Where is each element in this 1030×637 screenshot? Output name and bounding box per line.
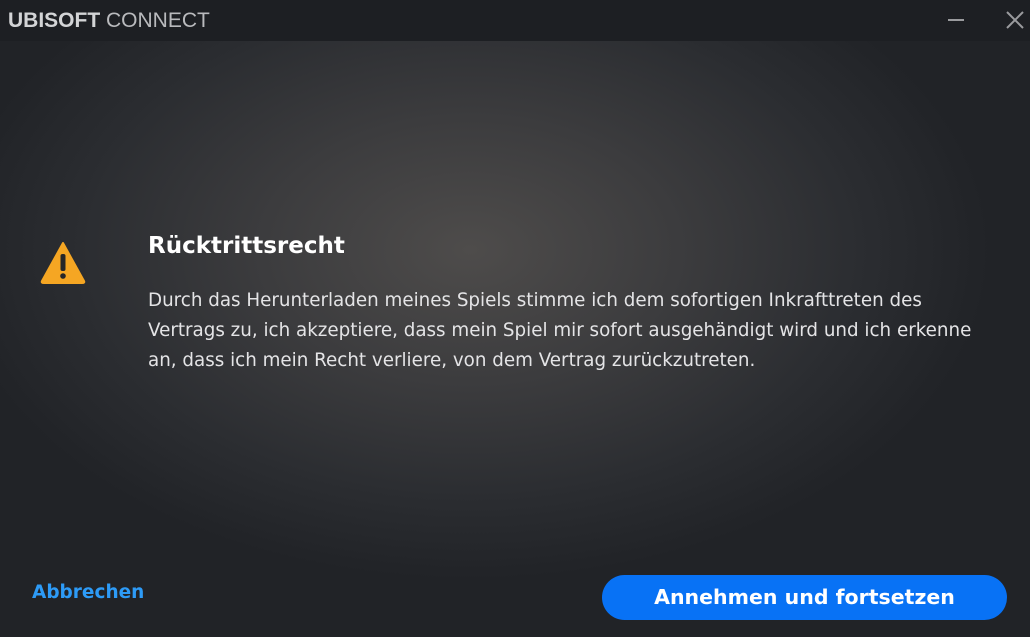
warning-icon <box>40 242 86 284</box>
brand-name: UBISOFT <box>8 9 101 32</box>
close-icon <box>1006 11 1024 29</box>
minimize-icon <box>948 19 964 21</box>
brand-product: CONNECT <box>100 9 210 32</box>
app-window: UBISOFT CONNECT Rücktrittsrecht Durch da… <box>0 0 1030 637</box>
minimize-button[interactable] <box>941 6 971 34</box>
dialog-title: Rücktrittsrecht <box>148 233 345 259</box>
title-bar: UBISOFT CONNECT <box>0 0 1030 41</box>
close-button[interactable] <box>1000 6 1030 34</box>
dialog-message: Durch das Herunterladen meines Spiels st… <box>148 290 972 371</box>
accept-continue-button[interactable]: Annehmen und fortsetzen <box>602 575 1007 620</box>
app-logo: UBISOFT CONNECT <box>8 9 210 33</box>
cancel-button[interactable]: Abbrechen <box>32 582 144 603</box>
